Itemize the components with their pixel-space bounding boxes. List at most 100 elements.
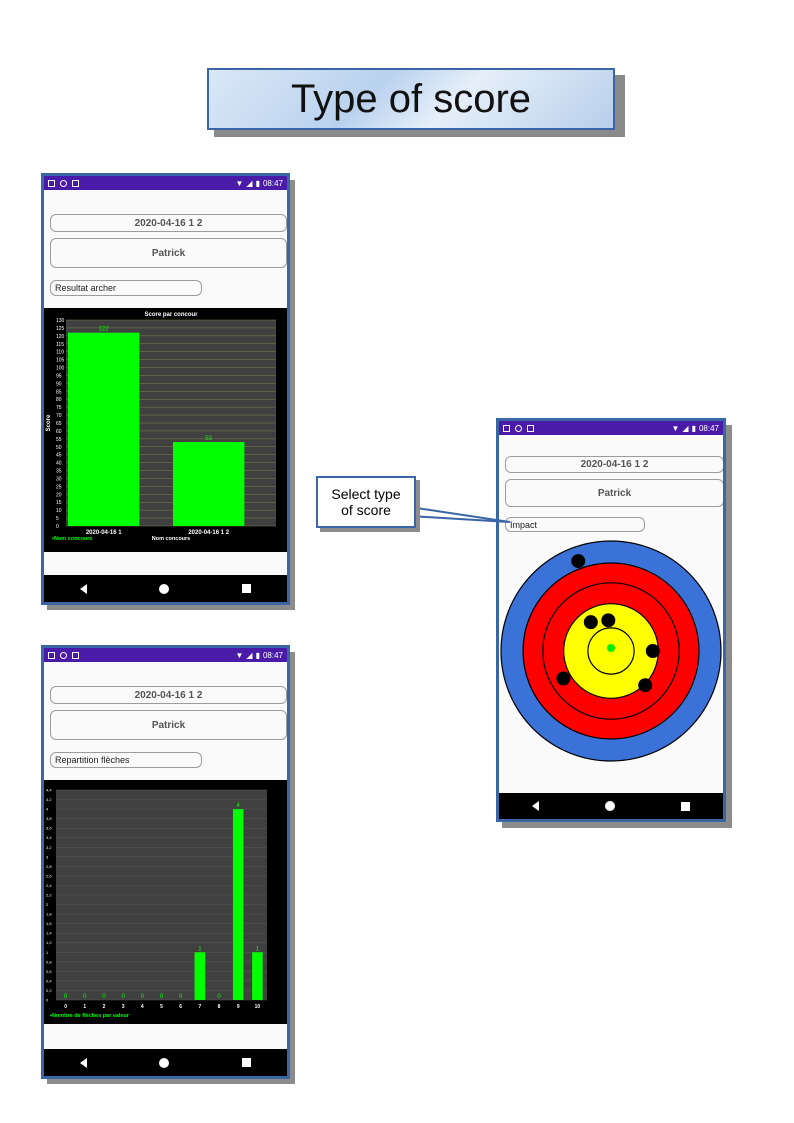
y-tick-label: 5: [56, 516, 59, 522]
session-field[interactable]: 2020-04-16 1 2: [50, 686, 287, 704]
notification-circle-icon: [60, 179, 67, 187]
y-tick-label: 50: [56, 445, 62, 451]
x-axis-label: Nom concours: [152, 536, 191, 542]
score-chart-svg: Score par concour 0 5 10 15 20 25 3035 40 45 50 55 6…: [46, 312, 276, 542]
phone-repartition: ▼ ◢ ▮ 08:47 2020-04-16 1 2 Patrick Repar…: [41, 645, 290, 1079]
x-tick-label: 7: [198, 1004, 201, 1010]
home-icon[interactable]: [159, 1057, 170, 1068]
y-tick-label: 1,6: [46, 921, 52, 926]
wifi-icon: ▼: [235, 178, 244, 188]
legend-entry: ▪Nombre de flèches par valeur: [50, 1013, 130, 1019]
back-icon[interactable]: [80, 1057, 88, 1068]
status-bar: ▼ ◢ ▮ 08:47: [499, 421, 723, 435]
y-tick-label: 15: [56, 500, 62, 506]
battery-icon: ▮: [691, 423, 696, 433]
archery-target[interactable]: [499, 539, 723, 763]
recent-apps-icon[interactable]: [241, 1058, 251, 1067]
y-tick-label: 100: [56, 366, 65, 372]
y-tick-label: 55: [56, 437, 62, 443]
x-tick-label: 9: [237, 1004, 240, 1010]
bar-value-label: 122: [99, 327, 110, 333]
y-axis-label: Score: [46, 414, 52, 431]
archer-field[interactable]: Patrick: [50, 238, 287, 268]
y-tick-label: 45: [56, 453, 62, 459]
y-tick-label: 75: [56, 405, 62, 411]
y-tick-label: 4,4: [46, 788, 52, 793]
score-type-spinner[interactable]: Resultat archer: [50, 280, 202, 296]
callout-box: Select type of score: [316, 476, 416, 528]
score-chart: Score par concour 0 5 10 15 20 25 30 35 40 45 50 55 6…: [44, 308, 287, 552]
bar: [173, 442, 245, 526]
x-tick-label: 4: [141, 1004, 144, 1010]
sd-card-icon: [72, 179, 79, 187]
y-tick-label: 3,4: [46, 835, 52, 840]
x-tick-label: 5: [160, 1004, 163, 1010]
y-tick-label: 0,2: [46, 988, 52, 993]
y-tick-label: 3,6: [46, 826, 52, 831]
y-tick-label: 2,8: [46, 864, 52, 869]
y-tick-label: 1,2: [46, 940, 52, 945]
score-type-spinner[interactable]: Repartition flèches: [50, 752, 202, 768]
repartition-chart: 0 0,2 0,4 0,6 0,8 1 1,2 1,4 1,6 1,8 2 2,2 2,4 2,6 2,8 3…: [44, 780, 287, 1024]
y-tick-label: 0,8: [46, 959, 52, 964]
bar: [252, 952, 263, 1000]
y-tick-label: 1,8: [46, 912, 52, 917]
y-tick-label: 70: [56, 413, 62, 419]
notification-circle-icon: [515, 424, 522, 432]
x-tick-label: 6: [179, 1004, 182, 1010]
y-tick-label: 4: [46, 807, 49, 812]
recent-apps-icon[interactable]: [681, 801, 690, 811]
session-field[interactable]: 2020-04-16 1 2: [50, 214, 287, 232]
wifi-icon: ▼: [671, 423, 680, 433]
archer-field[interactable]: Patrick: [505, 479, 723, 507]
y-tick-label: 2,4: [46, 883, 52, 888]
y-tick-label: 0: [56, 524, 59, 530]
archer-field[interactable]: Patrick: [50, 710, 287, 740]
signal-icon: ◢: [246, 178, 253, 188]
signal-icon: ◢: [682, 423, 689, 433]
nav-bar: [44, 575, 287, 602]
arrow-impact: [571, 554, 586, 569]
y-tick-label: 60: [56, 429, 62, 435]
bar-value-label: 53: [205, 436, 212, 442]
score-type-spinner[interactable]: Impact: [505, 517, 645, 532]
back-icon[interactable]: [532, 801, 539, 811]
session-field[interactable]: 2020-04-16 1 2: [505, 456, 723, 473]
y-tick-label: 0,6: [46, 969, 52, 974]
home-icon[interactable]: [605, 801, 615, 811]
back-icon[interactable]: [80, 583, 88, 594]
bar: [232, 809, 244, 1000]
y-tick-label: 90: [56, 381, 62, 387]
y-tick-label: 130: [56, 318, 65, 324]
y-tick-label: 20: [56, 492, 62, 498]
y-tick-label: 85: [56, 389, 62, 395]
x-tick-label: 2: [103, 1004, 106, 1010]
clock: 08:47: [698, 423, 719, 433]
y-tick-label: 2,6: [46, 873, 52, 878]
sd-card-icon: [72, 651, 79, 659]
y-tick-label: 80: [56, 397, 62, 403]
y-tick-label: 30: [56, 476, 62, 482]
notification-a-icon: [48, 179, 55, 187]
arrow-impact: [583, 615, 598, 630]
home-icon[interactable]: [159, 583, 170, 594]
y-tick-label: 125: [56, 326, 65, 332]
y-tick-label: 2,2: [46, 893, 52, 898]
bar: [68, 332, 140, 526]
wifi-icon: ▼: [235, 650, 244, 660]
mean-impact: [607, 644, 615, 652]
y-tick-label: 10: [56, 508, 62, 514]
recent-apps-icon[interactable]: [241, 584, 251, 593]
x-tick-label: 2020-04-16 1 2: [188, 530, 229, 536]
status-bar: ▼ ◢ ▮ 08:47: [44, 176, 287, 190]
callout-line-2: of score: [341, 502, 391, 518]
phone-impact: ▼ ◢ ▮ 08:47 2020-04-16 1 2 Patrick Impac…: [496, 418, 726, 822]
callout-line-1: Select type: [331, 486, 401, 502]
repartition-chart-svg: 0 0,2 0,4 0,6 0,8 1 1,2 1,4 1,6 1,8 2 2,2 2,4 2,6 2,8 3…: [46, 788, 267, 1019]
y-tick-label: 95: [56, 373, 62, 379]
y-tick-label: 2: [46, 902, 49, 907]
y-tick-label: 3: [46, 854, 49, 859]
y-tick-label: 35: [56, 469, 62, 475]
y-tick-label: 1: [46, 950, 49, 955]
y-tick-label: 3,8: [46, 816, 52, 821]
